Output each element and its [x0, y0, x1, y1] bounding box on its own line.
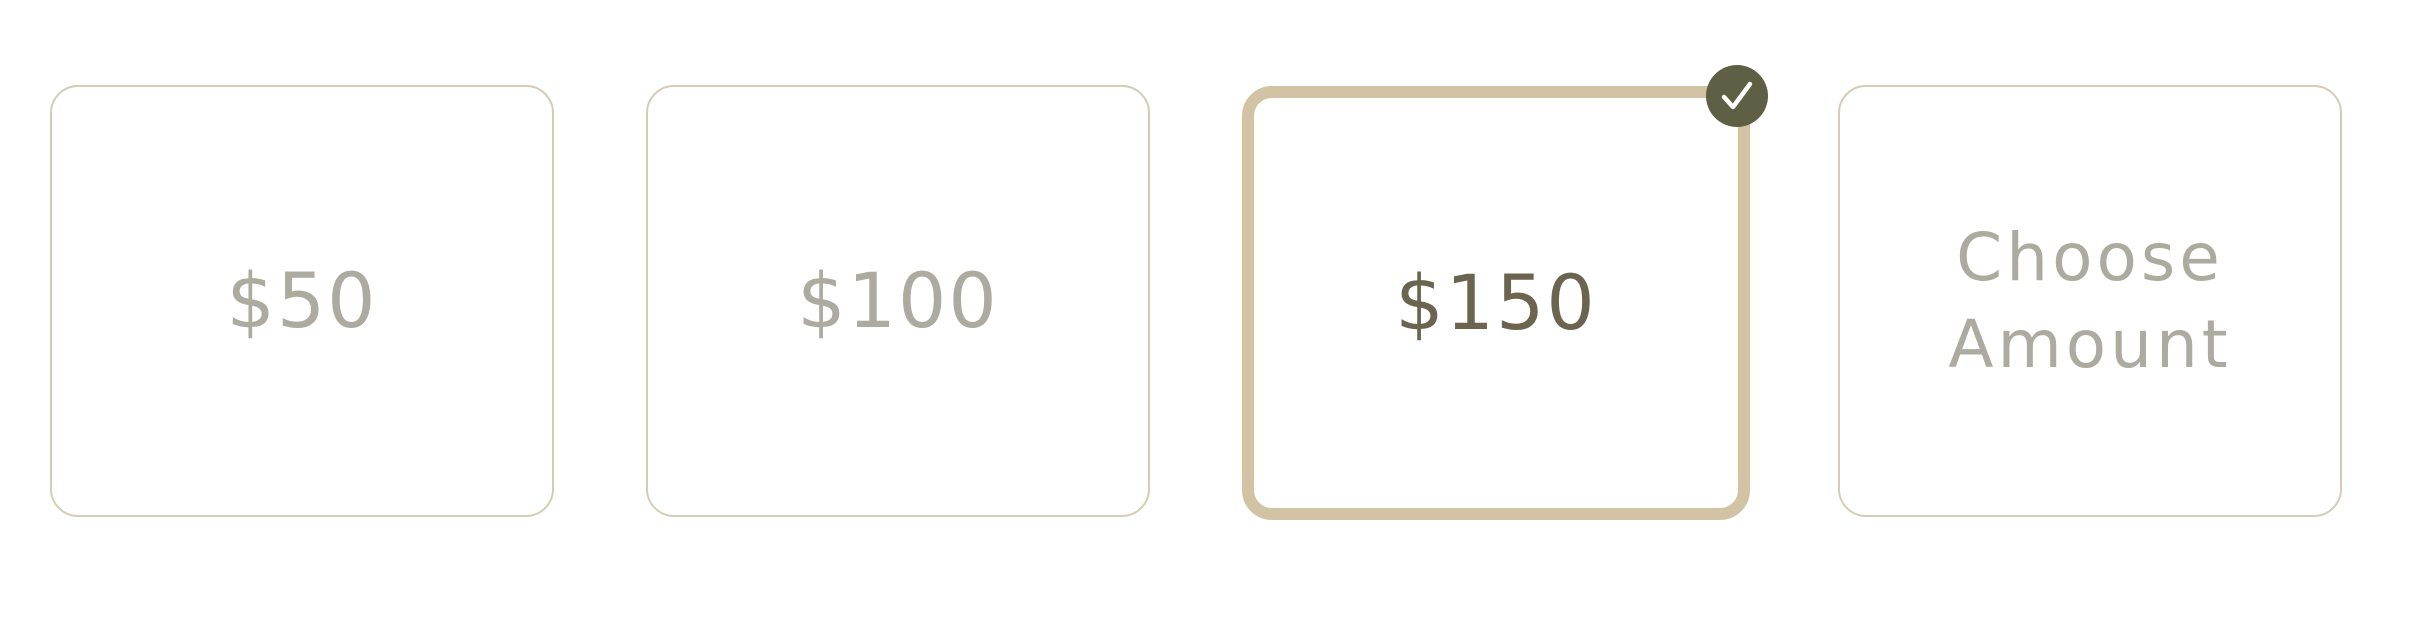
amount-option-150[interactable]: $150: [1242, 86, 1750, 520]
donation-amount-options: $50 $100 $150 Choose Amount: [0, 0, 2436, 618]
amount-option-label: $150: [1395, 257, 1597, 347]
amount-option-label: $100: [797, 255, 999, 345]
custom-label-line-1: Choose: [1956, 218, 2224, 296]
check-glyph: [1721, 81, 1753, 110]
amount-option-100[interactable]: $100: [646, 85, 1150, 517]
amount-option-custom[interactable]: Choose Amount: [1838, 85, 2342, 517]
check-icon: [1706, 65, 1768, 127]
amount-option-50[interactable]: $50: [50, 85, 554, 517]
amount-option-label: Choose Amount: [1948, 214, 2231, 388]
amount-option-label: $50: [226, 255, 378, 345]
custom-label-line-2: Amount: [1948, 306, 2232, 383]
